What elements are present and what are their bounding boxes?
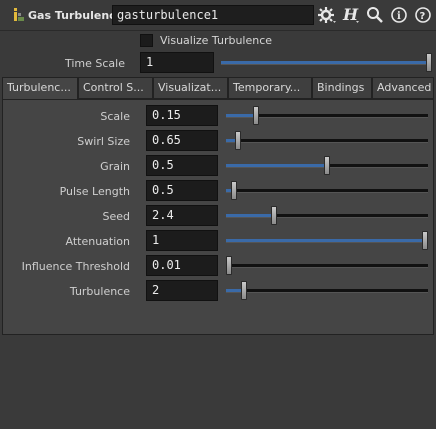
h-help-icon[interactable]: H <box>340 5 362 25</box>
time-scale-slider[interactable] <box>221 53 432 72</box>
seed-slider[interactable] <box>226 206 428 225</box>
seed-slider-fill <box>226 214 274 217</box>
attenuation-slider-handle[interactable] <box>422 231 428 250</box>
tab-turbulence[interactable]: Turbulenc... <box>2 77 78 99</box>
search-icon[interactable] <box>364 5 386 25</box>
tab-bindings[interactable]: Bindings <box>312 77 372 99</box>
gas-turbulence-node-icon <box>14 8 24 21</box>
scale-label: Scale <box>100 110 130 123</box>
turbulence-slider-handle[interactable] <box>241 281 247 300</box>
info-icon[interactable]: i <box>388 5 410 25</box>
grain-slider-handle[interactable] <box>324 156 330 175</box>
influence-threshold-label: Influence Threshold <box>21 260 130 273</box>
attenuation-slider[interactable] <box>226 231 428 250</box>
help-icon[interactable]: ? <box>412 5 434 25</box>
time-scale-slider-handle[interactable] <box>426 53 432 72</box>
parameter-header: Gas Turbulence gasturbulence1 H i ? <box>0 0 436 30</box>
influence-threshold-slider[interactable] <box>226 256 428 275</box>
grain-label: Grain <box>100 160 130 173</box>
visualize-turbulence-label: Visualize Turbulence <box>160 34 273 47</box>
grain-field[interactable]: 0.5 <box>146 155 218 176</box>
tab-bar: Turbulenc... Control S... Visualizat... … <box>2 77 434 99</box>
swirl-size-slider[interactable] <box>226 131 428 150</box>
svg-text:i: i <box>397 11 401 22</box>
swirl-size-label: Swirl Size <box>77 135 130 148</box>
seed-field[interactable]: 2.4 <box>146 205 218 226</box>
swirl-size-slider-handle[interactable] <box>235 131 241 150</box>
visualize-turbulence-checkbox[interactable] <box>140 34 153 47</box>
grain-slider-fill <box>226 164 327 167</box>
scale-slider-fill <box>226 114 256 117</box>
tab-control-settings[interactable]: Control S... <box>78 77 153 99</box>
gear-icon[interactable] <box>316 5 338 25</box>
time-scale-label: Time Scale <box>64 57 125 70</box>
pulse-length-slider-handle[interactable] <box>231 181 237 200</box>
grain-slider[interactable] <box>226 156 428 175</box>
tab-visualization[interactable]: Visualizat... <box>153 77 228 99</box>
attenuation-label: Attenuation <box>65 235 130 248</box>
influence-threshold-field[interactable]: 0.01 <box>146 255 218 276</box>
time-scale-slider-fill <box>221 61 429 64</box>
pulse-length-field[interactable]: 0.5 <box>146 180 218 201</box>
tab-advanced[interactable]: Advanced <box>372 77 434 99</box>
attenuation-field[interactable]: 1 <box>146 230 218 251</box>
seed-label: Seed <box>102 210 131 223</box>
header-divider <box>0 30 436 31</box>
turbulence-label: Turbulence <box>69 285 130 298</box>
scale-slider[interactable] <box>226 106 428 125</box>
tab-temporary[interactable]: Temporary... <box>228 77 312 99</box>
seed-slider-handle[interactable] <box>271 206 277 225</box>
time-scale-field[interactable]: 1 <box>140 52 214 73</box>
pulse-length-label: Pulse Length <box>59 185 130 198</box>
pulse-length-slider[interactable] <box>226 181 428 200</box>
influence-threshold-slider-handle[interactable] <box>226 256 232 275</box>
svg-text:?: ? <box>420 11 426 22</box>
attenuation-slider-fill <box>226 239 425 242</box>
scale-field[interactable]: 0.15 <box>146 105 218 126</box>
node-name-field[interactable]: gasturbulence1 <box>112 5 314 25</box>
turbulence-slider[interactable] <box>226 281 428 300</box>
scale-slider-handle[interactable] <box>253 106 259 125</box>
swirl-size-field[interactable]: 0.65 <box>146 130 218 151</box>
turbulence-field[interactable]: 2 <box>146 280 218 301</box>
node-type-label: Gas Turbulence <box>28 9 124 22</box>
